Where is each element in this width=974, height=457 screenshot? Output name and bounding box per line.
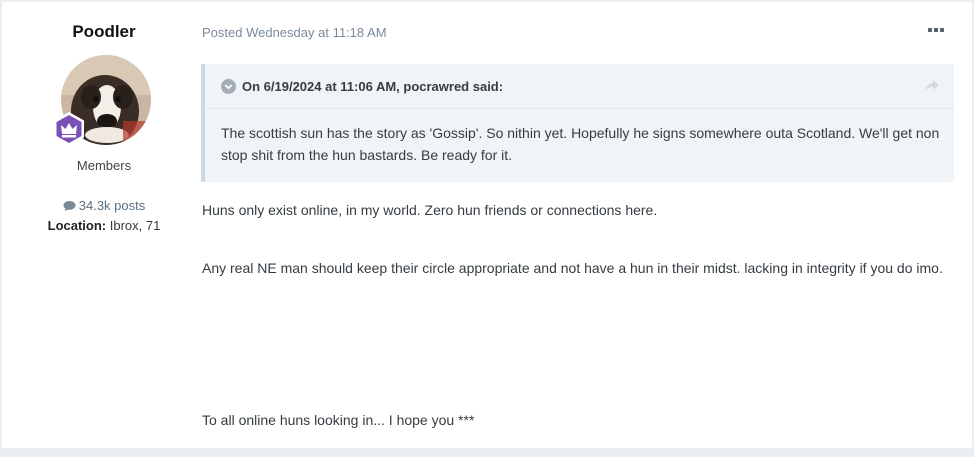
chevron-down-circle-icon[interactable]	[221, 79, 236, 94]
comment-icon	[63, 201, 76, 211]
ellipsis-icon[interactable]	[926, 23, 946, 37]
crown-badge-icon	[51, 111, 87, 147]
quote-block: On 6/19/2024 at 11:06 AM, pocrawred said…	[201, 64, 954, 182]
quote-text: The scottish sun has the story as 'Gossi…	[221, 125, 940, 163]
share-arrow-icon[interactable]	[924, 79, 940, 93]
location-label: Location:	[47, 218, 107, 233]
location-value: Ibrox, 71	[109, 218, 161, 233]
post-paragraph: Any real NE man should keep their circle…	[202, 260, 943, 276]
author-name[interactable]: Poodler	[2, 22, 206, 42]
post-paragraph: Huns only exist online, in my world. Zer…	[202, 202, 658, 218]
forum-post: Poodler Members 34.3k posts Location: Ib…	[2, 2, 972, 448]
quote-header[interactable]: On 6/19/2024 at 11:06 AM, pocrawred said…	[221, 79, 503, 94]
post-count[interactable]: 34.3k posts	[2, 198, 206, 213]
post-date[interactable]: Posted Wednesday at 11:18 AM	[202, 25, 387, 40]
quote-divider	[205, 108, 954, 109]
post-count-label: 34.3k posts	[78, 198, 146, 213]
post-paragraph: To all online huns looking in... I hope …	[202, 412, 475, 428]
quote-citation: On 6/19/2024 at 11:06 AM, pocrawred said…	[242, 79, 504, 94]
member-group: Members	[76, 158, 132, 173]
author-location: Location: Ibrox, 71	[2, 218, 206, 233]
